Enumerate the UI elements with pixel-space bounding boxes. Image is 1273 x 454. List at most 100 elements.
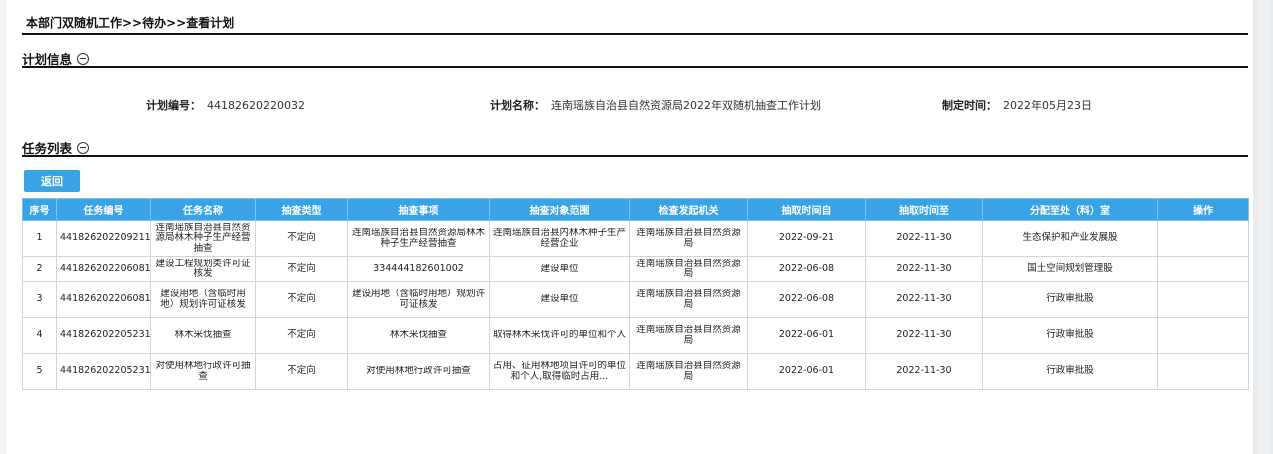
column-header[interactable]: 操作 (1157, 198, 1249, 221)
row-index: 3 (22, 281, 57, 318)
issuing-authority-cell: 连南瑶族自治县自然资源局 (629, 281, 748, 318)
back-button[interactable]: 返回 (24, 170, 80, 192)
task-name-cell: 建设工程规划类许可证核发 (150, 256, 256, 282)
collapse-icon[interactable] (77, 141, 90, 154)
check-item: 建设用地（含临时用地）规划许可证核发 (351, 289, 485, 310)
draw-from-date: 2022-09-21 (747, 220, 866, 257)
draw-from-date: 2022-06-01 (747, 353, 866, 390)
assigned-department: 行政审批股 (982, 353, 1158, 390)
breadcrumb: 本部门双随机工作>>待办>>查看计划 (26, 16, 235, 30)
draw-from-date: 2022-06-08 (747, 281, 866, 318)
plan-time: 制定时间： 2022年05月23日 (942, 97, 1092, 113)
issuing-authority: 连南瑶族自治县自然资源局 (636, 258, 741, 279)
column-header[interactable]: 抽查对象范围 (489, 198, 630, 221)
issuing-authority: 连南瑶族自治县自然资源局 (636, 361, 741, 382)
check-scope: 占用、征用林地项目许可的单位和个人,取得临时占用... (493, 361, 626, 382)
table-row[interactable]: 5 441826202205231038 对使用林地行政许可抽查 不定向 对使用… (22, 353, 1249, 390)
task-name-cell: 建设用地（含临时用地）规划许可证核发 (150, 281, 256, 318)
check-scope-cell: 建设单位 (489, 281, 630, 318)
row-index: 4 (22, 317, 57, 354)
plan-number: 计划编号： 44182620220032 (146, 97, 305, 113)
column-header[interactable]: 抽取时间自 (747, 198, 866, 221)
check-item: 林木采伐抽查 (389, 330, 447, 341)
check-scope-cell: 占用、征用林地项目许可的单位和个人,取得临时占用... (489, 353, 630, 390)
issuing-authority: 连南瑶族自治县自然资源局 (636, 325, 741, 346)
task-name: 建设用地（含临时用地）规划许可证核发 (160, 289, 246, 310)
table-header-row: 序号 任务编号 任务名称 抽查类型 抽查事项 抽查对象范围 检查发起机关 抽取时… (22, 198, 1249, 221)
task-name: 对使用林地行政许可抽查 (155, 361, 251, 382)
plan-number-label: 计划编号： (146, 99, 201, 112)
plan-name-value: 连南瑶族自治县自然资源局2022年双随机抽查工作计划 (551, 99, 821, 112)
check-item-cell: 林木采伐抽查 (347, 317, 490, 354)
column-header[interactable]: 任务编号 (56, 198, 151, 221)
plan-time-label: 制定时间： (942, 99, 997, 112)
column-header[interactable]: 任务名称 (150, 198, 256, 221)
check-type: 不定向 (255, 281, 348, 318)
check-item: 对使用林地行政许可抽查 (366, 366, 471, 377)
plan-info-divider (22, 66, 1248, 68)
issuing-authority-cell: 连南瑶族自治县自然资源局 (629, 317, 748, 354)
table-row[interactable]: 2 441826202206081046 建设工程规划类许可证核发 不定向 33… (22, 256, 1249, 282)
check-scope: 建设单位 (540, 294, 579, 305)
draw-from-date: 2022-06-08 (747, 256, 866, 282)
issuing-authority-cell: 连南瑶族自治县自然资源局 (629, 220, 748, 257)
check-item: 33444418260100​2 (373, 263, 464, 274)
assigned-department: 生态保护和产业发展股 (982, 220, 1158, 257)
row-index: 5 (22, 353, 57, 390)
plan-name-label: 计划名称： (490, 99, 545, 112)
draw-to-date: 2022-11-30 (865, 281, 983, 318)
plan-name: 计划名称： 连南瑶族自治县自然资源局2022年双随机抽查工作计划 (490, 97, 821, 113)
task-name-cell: 对使用林地行政许可抽查 (150, 353, 256, 390)
task-name: 连南瑶族自治县自然资源局林木种子生产经营抽查 (155, 222, 251, 254)
draw-to-date: 2022-11-30 (865, 317, 983, 354)
plan-time-value: 2022年05月23日 (1003, 99, 1092, 112)
table-row[interactable]: 3 441826202206081041 建设用地（含临时用地）规划许可证核发 … (22, 281, 1249, 318)
draw-to-date: 2022-11-30 (865, 256, 983, 282)
task-name: 林木采伐抽查 (174, 330, 232, 341)
column-header[interactable]: 抽查事项 (347, 198, 490, 221)
table-row[interactable]: 4 441826202205231039 林木采伐抽查 不定向 林木采伐抽查 取… (22, 317, 1249, 354)
column-header[interactable]: 抽取时间至 (865, 198, 983, 221)
draw-to-date: 2022-11-30 (865, 353, 983, 390)
check-item-cell: 建设用地（含临时用地）规划许可证核发 (347, 281, 490, 318)
column-header[interactable]: 检查发起机关 (629, 198, 748, 221)
check-item-cell: 33444418260100​2 (347, 256, 490, 282)
plan-number-value: 44182620220032 (207, 99, 305, 112)
column-header[interactable]: 抽查类型 (255, 198, 348, 221)
task-name: 建设工程规划类许可证核发 (155, 258, 251, 279)
row-actions[interactable] (1157, 281, 1249, 318)
assigned-department: 行政审批股 (982, 317, 1158, 354)
task-list-divider (22, 155, 1248, 157)
task-number: 441826202206081046 (56, 256, 151, 282)
column-header[interactable]: 序号 (22, 198, 57, 221)
row-actions[interactable] (1157, 256, 1249, 282)
check-scope: 取得林木采伐许可的单位和个人 (493, 330, 626, 341)
draw-to-date: 2022-11-30 (865, 220, 983, 257)
issuing-authority: 连南瑶族自治县自然资源局 (636, 228, 741, 249)
row-actions[interactable] (1157, 353, 1249, 390)
task-number: 441826202205231039 (56, 317, 151, 354)
check-scope: 连南瑶族自治县内林木种子生产经营企业 (493, 228, 626, 249)
task-number: 441826202209211156 (56, 220, 151, 257)
row-actions[interactable] (1157, 317, 1249, 354)
task-number: 441826202206081041 (56, 281, 151, 318)
task-table: 序号 任务编号 任务名称 抽查类型 抽查事项 抽查对象范围 检查发起机关 抽取时… (22, 198, 1249, 390)
collapse-icon[interactable] (77, 52, 90, 65)
scrollbar[interactable] (1253, 0, 1273, 454)
check-scope: 建设单位 (540, 263, 579, 274)
check-item-cell: 连南瑶族自治县自然资源局林木种子生产经营抽查 (347, 220, 490, 257)
scrollbar-thumb[interactable] (1257, 0, 1269, 454)
check-type: 不定向 (255, 220, 348, 257)
check-type: 不定向 (255, 317, 348, 354)
breadcrumb-divider (22, 33, 1248, 35)
assigned-department: 国土空间规划管理股 (982, 256, 1158, 282)
column-header[interactable]: 分配至处（科）室 (982, 198, 1158, 221)
table-row[interactable]: 1 441826202209211156 连南瑶族自治县自然资源局林木种子生产经… (22, 220, 1249, 257)
assigned-department: 行政审批股 (982, 281, 1158, 318)
row-actions[interactable] (1157, 220, 1249, 257)
check-scope-cell: 建设单位 (489, 256, 630, 282)
draw-from-date: 2022-06-01 (747, 317, 866, 354)
check-item: 连南瑶族自治县自然资源局林木种子生产经营抽查 (351, 228, 485, 249)
task-number: 441826202205231038 (56, 353, 151, 390)
check-item-cell: 对使用林地行政许可抽查 (347, 353, 490, 390)
